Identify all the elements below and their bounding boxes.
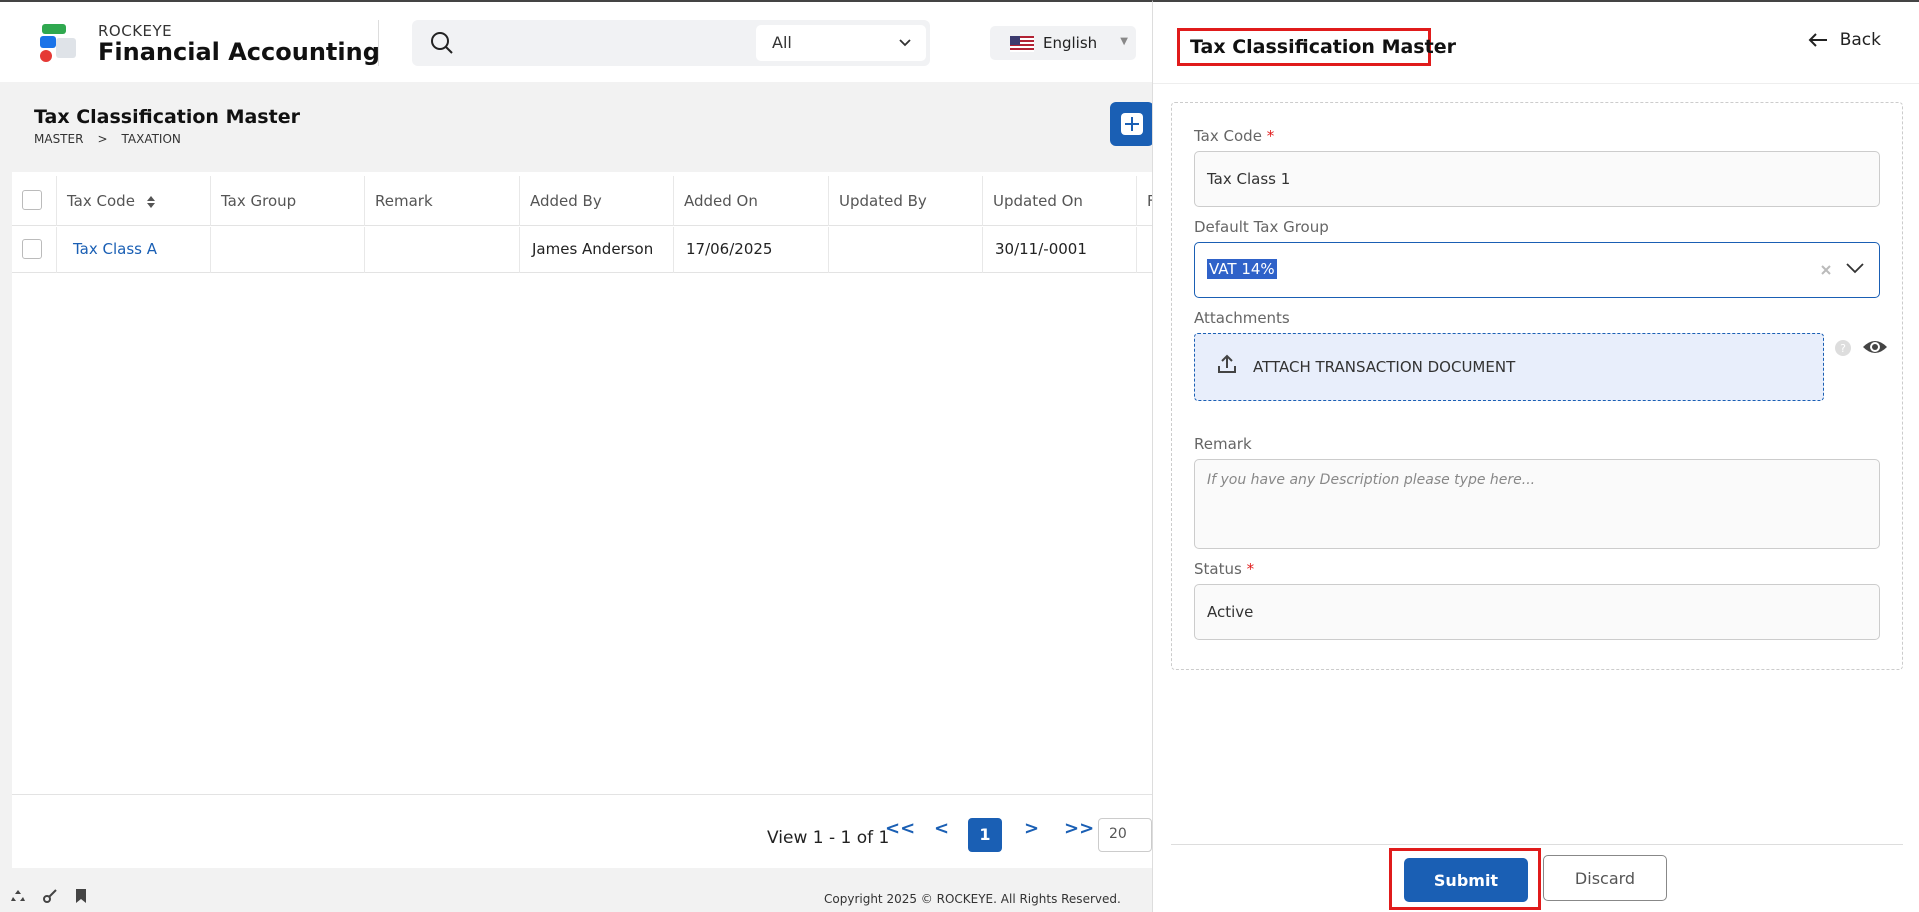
search-scope-select[interactable]: All [756,25,926,61]
footer-toolbar [10,888,88,904]
page-size-select[interactable]: 20 [1098,818,1152,852]
copyright-text: Copyright 2025 © ROCKEYE. All Rights Res… [824,892,1121,906]
table-header: Tax Code Tax Group Remark Added By Added… [12,176,1152,226]
page-size-value: 20 [1109,826,1127,842]
chevron-down-icon [1846,263,1864,274]
first-page-button[interactable]: << [885,818,915,839]
panel-title-highlight: Tax Classification Master [1177,28,1456,66]
remark-label: Remark [1194,435,1252,453]
arrow-left-icon [1808,33,1827,47]
language-selector[interactable]: English ▼ [990,26,1136,60]
bookmark-icon[interactable] [74,888,88,904]
default-tax-group-label: Default Tax Group [1194,218,1329,236]
upload-icon [1218,354,1236,373]
row-select-cell [12,227,57,273]
table-row[interactable]: Tax Class A James Anderson 17/06/2025 30… [12,227,1152,273]
tax-classification-form: Tax Code * Tax Class 1 Default Tax Group… [1171,102,1903,670]
plus-icon [1121,113,1143,135]
column-header-tax-code[interactable]: Tax Code [57,176,211,226]
recycle-icon[interactable] [10,888,26,904]
breadcrumb-separator: > [97,132,108,146]
app-title: Financial Accounting [98,38,380,66]
search-icon[interactable] [430,31,454,55]
tax-code-value: Tax Class 1 [1207,170,1291,188]
add-new-button[interactable] [1110,102,1154,146]
page-title: Tax Classification Master [34,106,300,128]
attachments-label: Attachments [1194,309,1290,327]
clear-icon[interactable] [1819,263,1833,277]
chevron-down-icon [899,39,911,47]
panel-divider [1153,83,1919,84]
side-panel: Tax Classification Master Back Tax Code … [1152,0,1919,912]
tax-code-field[interactable]: Tax Class 1 [1194,151,1880,207]
table-footer-divider [12,794,1152,795]
us-flag-icon [1010,36,1034,52]
pagination-summary: View 1 - 1 of 1 [767,828,890,848]
default-tax-group-value: VAT 14% [1207,259,1277,279]
default-tax-group-select[interactable]: VAT 14% [1194,242,1880,298]
panel-title: Tax Classification Master [1190,36,1456,58]
cell-added-on: 17/06/2025 [674,227,829,273]
row-checkbox[interactable] [22,239,42,259]
status-field[interactable]: Active [1194,584,1880,640]
attach-document-label: ATTACH TRANSACTION DOCUMENT [1253,358,1516,376]
breadcrumb-item-taxation[interactable]: TAXATION [122,132,181,146]
caret-down-icon: ▼ [1120,36,1128,47]
cell-updated-by [829,227,983,273]
panel-footer-divider [1171,844,1903,845]
data-table: Tax Code Tax Group Remark Added By Added… [12,172,1152,868]
back-button[interactable]: Back [1808,30,1881,50]
search-scope-value: All [772,33,792,52]
status-value: Active [1207,603,1254,621]
column-header-added-on[interactable]: Added On [674,176,829,226]
attach-document-button[interactable]: ATTACH TRANSACTION DOCUMENT [1194,333,1824,401]
eye-icon[interactable] [1862,337,1888,357]
back-label: Back [1839,30,1881,50]
cell-updated-on: 30/11/-0001 [983,227,1137,273]
cell-added-by: James Anderson [520,227,674,273]
header-divider [378,20,379,66]
discard-button[interactable]: Discard [1543,855,1667,901]
cell-remark [365,227,520,273]
select-all-cell [12,176,57,226]
language-label: English [1043,34,1098,52]
remark-textarea[interactable]: If you have any Description please type … [1194,459,1880,549]
column-header-added-by[interactable]: Added By [520,176,674,226]
column-header-tax-group[interactable]: Tax Group [211,176,365,226]
search-input[interactable] [468,28,768,58]
global-search: All [412,20,930,66]
next-page-button[interactable]: > [1024,818,1039,839]
status-label: Status * [1194,560,1255,578]
sort-icon[interactable] [146,195,156,209]
column-header-remark[interactable]: Remark [365,176,520,226]
prev-page-button[interactable]: < [934,818,949,839]
submit-button[interactable]: Submit [1404,858,1528,902]
column-header-updated-by[interactable]: Updated By [829,176,983,226]
help-icon[interactable]: ? [1834,339,1852,357]
column-header-truncated[interactable]: F [1137,176,1152,226]
submit-highlight: Submit [1389,848,1541,910]
key-icon[interactable] [42,888,58,904]
column-header-updated-on[interactable]: Updated On [983,176,1137,226]
cell-tax-code[interactable]: Tax Class A [57,227,211,273]
tax-code-label: Tax Code * [1194,127,1275,145]
current-page-button[interactable]: 1 [968,818,1002,852]
app-logo-icon [40,24,76,62]
cell-tax-group [211,227,365,273]
last-page-button[interactable]: >> [1064,818,1094,839]
remark-placeholder: If you have any Description please type … [1207,472,1536,488]
svg-text:?: ? [1840,342,1846,355]
column-label: Tax Code [67,192,135,210]
breadcrumb-item-master[interactable]: MASTER [34,132,83,146]
select-all-checkbox[interactable] [22,190,42,210]
breadcrumb: MASTER > TAXATION [34,132,181,146]
